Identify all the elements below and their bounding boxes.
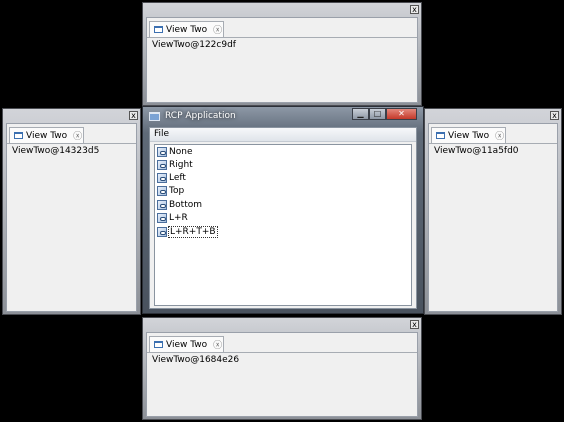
list-item-icon [157,200,167,210]
list-item-icon [157,227,167,237]
window-icon [14,132,23,139]
list-item-label: L+R+T+B [168,226,218,238]
list-item-label: None [169,147,193,157]
left-view-content: ViewTwo@14323d5 [12,146,100,156]
list-item-selected[interactable]: L+R+T+B [157,226,218,238]
right-view-tab[interactable]: View Two ⓧ [431,127,506,143]
list-item-icon [157,213,167,223]
menu-bar: File [150,128,416,142]
main-client-area: File None Right Left Top Bottom L+R L+R+… [149,127,417,309]
top-view-content: ViewTwo@122c9df [152,40,236,50]
top-view-tab[interactable]: View Two ⓧ [149,21,224,37]
top-view-window: x View Two ⓧ ViewTwo@122c9df [142,2,422,106]
tab-divider [147,37,417,38]
tab-close-icon[interactable]: ⓧ [213,23,222,36]
tab-close-icon[interactable]: ⓧ [495,129,504,142]
list-item-icon [157,173,167,183]
right-view-window: x View Two ⓧ ViewTwo@11a5fd0 [424,108,562,315]
close-button[interactable]: ✕ [386,108,417,120]
bottom-view-panel: View Two ⓧ ViewTwo@1684e26 [146,332,418,417]
tab-divider [429,143,557,144]
list-item-label: Bottom [169,200,203,210]
list-item-icon [157,160,167,170]
right-view-close-button[interactable]: x [550,111,559,120]
bottom-view-content: ViewTwo@1684e26 [152,355,240,365]
right-view-tab-label: View Two [448,130,490,141]
list-item[interactable]: Left [157,172,186,184]
menu-file[interactable]: File [154,129,169,139]
list-item-label: Right [169,160,193,170]
left-view-window: x View Two ⓧ ViewTwo@14323d5 [2,108,141,315]
list-item-icon [157,186,167,196]
list-item[interactable]: Top [157,185,184,197]
left-view-tab[interactable]: View Two ⓧ [9,127,84,143]
list-item-label: Left [169,173,186,183]
left-view-panel: View Two ⓧ ViewTwo@14323d5 [6,123,137,312]
top-view-panel: View Two ⓧ ViewTwo@122c9df [146,17,418,103]
tab-close-icon[interactable]: ⓧ [73,129,82,142]
window-icon [154,341,163,348]
window-icon [154,26,163,33]
tab-divider [147,352,417,353]
tab-divider [7,143,136,144]
list-item-label: Top [169,186,185,196]
layout-list[interactable]: None Right Left Top Bottom L+R L+R+T+B [154,144,412,306]
bottom-view-tab[interactable]: View Two ⓧ [149,336,224,352]
right-view-content: ViewTwo@11a5fd0 [434,146,519,156]
main-application-window: RCP Application ▁ □ ✕ File None Right Le… [142,106,424,314]
window-title: RCP Application [165,111,236,121]
top-view-tab-label: View Two [166,24,208,35]
list-item[interactable]: Right [157,159,193,171]
bottom-view-window: x View Two ⓧ ViewTwo@1684e26 [142,317,422,420]
application-icon [149,112,160,121]
tab-close-icon[interactable]: ⓧ [213,338,222,351]
bottom-view-close-button[interactable]: x [410,320,419,329]
right-view-panel: View Two ⓧ ViewTwo@11a5fd0 [428,123,558,312]
minimize-button[interactable]: ▁ [352,108,369,120]
maximize-button[interactable]: □ [369,108,386,120]
left-view-close-button[interactable]: x [129,111,138,120]
list-item[interactable]: None [157,146,192,158]
list-item[interactable]: Bottom [157,199,202,211]
list-item-icon [157,147,167,157]
list-item[interactable]: L+R [157,212,188,224]
window-icon [436,132,445,139]
left-view-tab-label: View Two [26,130,68,141]
list-item-label: L+R [169,213,188,223]
bottom-view-tab-label: View Two [166,339,208,350]
top-view-close-button[interactable]: x [410,5,419,14]
